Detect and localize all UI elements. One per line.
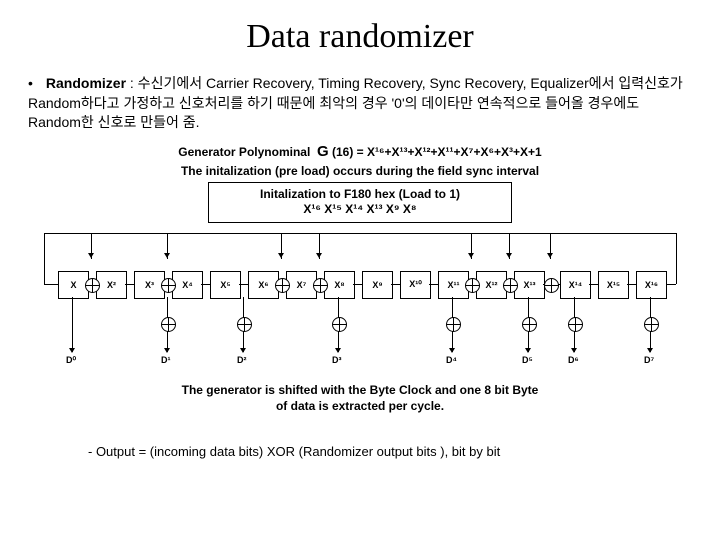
hl: [44, 284, 58, 285]
reg-x8: X⁸: [324, 271, 355, 299]
xor-icon: [568, 317, 583, 332]
page-title: Data randomizer: [28, 18, 692, 56]
preload-text: The initalization (pre load) occurs duri…: [28, 164, 692, 178]
init-line1: Initalization to F180 hex (Load to 1): [215, 187, 505, 203]
polynomial-row: Generator Polynominal G (16) = X¹⁶+X¹³+X…: [28, 143, 692, 160]
d-label: D⁴: [446, 355, 457, 365]
hl: [125, 284, 134, 285]
xor-icon: [275, 278, 290, 293]
xor-icon: [522, 317, 537, 332]
arrow-icon: [335, 348, 341, 353]
xor-icon: [503, 278, 518, 293]
hl: [429, 284, 438, 285]
xor-icon: [332, 317, 347, 332]
reg-x4: X⁴: [172, 271, 203, 299]
reg-x15: X¹⁵: [598, 271, 629, 299]
xor-icon: [237, 317, 252, 332]
feedback-line: [44, 233, 676, 234]
slide: Data randomizer • Randomizer : 수신기에서 Car…: [0, 0, 720, 540]
hl: [201, 284, 210, 285]
xor-icon: [465, 278, 480, 293]
d-label: D⁵: [522, 355, 533, 365]
d-label: D⁶: [568, 355, 579, 365]
lfsr-diagram: X X² X³ X⁴ X⁵ X⁶ X⁷ X⁸ X⁹ X¹⁰ X¹¹ X¹² X¹…: [28, 233, 692, 373]
init-box: Initalization to F180 hex (Load to 1) X¹…: [208, 182, 512, 223]
reg-x5: X⁵: [210, 271, 241, 299]
bottom-text: The generator is shifted with the Byte C…: [28, 383, 692, 414]
bullet-dot: •: [28, 74, 42, 94]
reg-x13: X¹³: [514, 271, 545, 299]
bullet-text: : 수신기에서 Carrier Recovery, Timing Recover…: [28, 75, 683, 130]
reg-x10: X¹⁰: [400, 271, 431, 299]
arrow-icon: [449, 348, 455, 353]
hl: [589, 284, 598, 285]
arrow-icon: [164, 348, 170, 353]
hl: [391, 284, 400, 285]
arrow-icon: [647, 348, 653, 353]
output-line: - Output = (incoming data bits) XOR (Ran…: [88, 444, 692, 459]
hl: [627, 284, 636, 285]
bottom-l2: of data is extracted per cycle.: [28, 399, 692, 415]
dtap: [72, 297, 73, 352]
arrow-icon: [316, 253, 322, 258]
d-label: D⁰: [66, 355, 76, 366]
xor-icon: [313, 278, 328, 293]
arrow-icon: [468, 253, 474, 258]
arrow-icon: [88, 253, 94, 258]
xor-icon: [85, 278, 100, 293]
xor-icon: [161, 317, 176, 332]
reg-x14: X¹⁴: [560, 271, 591, 299]
d-label: D⁷: [644, 355, 654, 365]
poly-label: Generator Polynominal: [178, 145, 310, 159]
hl: [353, 284, 362, 285]
poly-g: G: [317, 143, 329, 160]
reg-x2: X²: [96, 271, 127, 299]
reg-x9: X⁹: [362, 271, 393, 299]
poly-expr: = X¹⁶+X¹³+X¹²+X¹¹+X⁷+X⁶+X³+X+1: [353, 145, 541, 159]
xor-icon: [161, 278, 176, 293]
xor-icon: [544, 278, 559, 293]
poly-sub: (16): [332, 145, 353, 159]
d-label: D¹: [161, 355, 171, 365]
arrow-icon: [69, 348, 75, 353]
d-label: D²: [237, 355, 247, 365]
feedback-drop-left: [44, 233, 45, 284]
xor-icon: [644, 317, 659, 332]
xor-icon: [446, 317, 461, 332]
bullet-item: • Randomizer : 수신기에서 Carrier Recovery, T…: [28, 74, 692, 133]
arrow-icon: [506, 253, 512, 258]
arrow-icon: [571, 348, 577, 353]
bullet-lead: Randomizer: [46, 75, 126, 91]
arrow-icon: [278, 253, 284, 258]
hl: [239, 284, 248, 285]
arrow-icon: [525, 348, 531, 353]
d-label: D³: [332, 355, 342, 365]
arrow-icon: [547, 253, 553, 258]
feedback-rise-right: [676, 233, 677, 284]
bottom-l1: The generator is shifted with the Byte C…: [28, 383, 692, 399]
arrow-icon: [164, 253, 170, 258]
init-line2: X¹⁶ X¹⁵ X¹⁴ X¹³ X⁹ X⁸: [215, 202, 505, 218]
reg-x16: X¹⁶: [636, 271, 667, 299]
arrow-icon: [240, 348, 246, 353]
